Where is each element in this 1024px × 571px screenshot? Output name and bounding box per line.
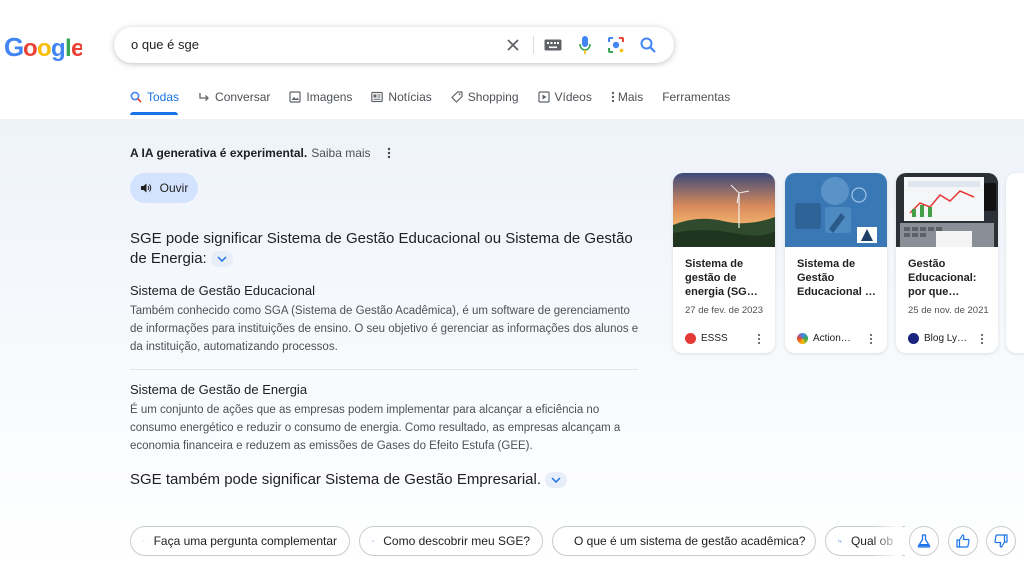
speaker-icon [140,183,151,193]
search-icon [130,91,142,103]
laptop-dashboard-image [896,173,998,247]
followup-chip[interactable]: Faça uma pergunta complementar [130,526,350,556]
education-tech-graphic-image [785,173,887,247]
card-source: ESSS [685,333,728,344]
converse-arrow-icon [199,93,209,101]
followup-arrow-icon [838,539,842,543]
svg-text:o: o [37,35,52,62]
thumbs-up-button[interactable] [948,526,978,556]
followup-arrow-icon [143,540,145,542]
tab-noticias[interactable]: Notícias [371,90,432,104]
ai-heading-empresarial: SGE também pode significar Sistema de Ge… [130,471,568,489]
followup-chip[interactable]: O que é um sistema de gestão acadêmica? [552,526,816,556]
card-more-icon[interactable] [757,333,761,345]
section-text-educacional: Também conhecido como SGA (Sistema de Ge… [130,305,639,353]
tab-conversar[interactable]: Conversar [198,90,270,104]
svg-text:G: G [4,32,24,62]
tab-todas[interactable]: Todas [130,90,179,104]
card-title: Sistema de gestão de energia (SG… [685,258,758,298]
search-tabs: Todas Conversar Imagens Notícias Shoppin… [130,86,749,108]
action-favicon-icon [797,333,808,344]
section-text-energia: É um conjunto de ações que as empresas p… [130,404,621,452]
wind-turbine-landscape-image [673,173,775,247]
source-card[interactable]: Gestão Educacional: por que… 25 de nov. … [896,173,998,353]
keyboard-icon[interactable] [543,35,563,55]
thumbs-down-icon [994,534,1008,548]
thumbs-down-button[interactable] [986,526,1016,556]
microphone-icon[interactable] [575,35,595,55]
ai-heading: SGE pode significar Sistema de Gestão Ed… [130,230,633,268]
listen-button[interactable]: Ouvir [130,173,198,203]
card-more-icon[interactable] [980,333,984,345]
expand-chevron-icon[interactable] [210,251,233,268]
labs-button[interactable] [909,526,939,556]
video-icon [537,91,550,103]
card-source: Blog Ly… [908,333,967,344]
card-date: 27 de fev. de 2023 [685,305,763,316]
chip-fade [872,524,902,558]
search-divider [533,36,534,54]
divider [130,369,638,370]
google-doodle-logo[interactable]: G o o g l e [4,30,82,66]
svg-text:g: g [51,35,66,62]
search-box[interactable]: o que é sge [114,27,674,63]
card-title: Gestão Educacional: por que… [908,258,977,298]
next-card-peek[interactable] [1006,173,1024,353]
active-tab-indicator [130,112,178,115]
section-title-educacional: Sistema de Gestão Educacional [130,283,315,298]
clear-icon[interactable] [503,35,523,55]
svg-text:o: o [23,35,38,62]
image-icon [289,91,301,103]
followup-chip[interactable]: Como descobrir meu SGE? [359,526,543,556]
card-title: Sistema de Gestão Educacional … [797,258,876,298]
expand-chevron-icon[interactable] [545,472,568,489]
source-card[interactable]: Sistema de Gestão Educacional … Action… [785,173,887,353]
esss-favicon-icon [685,333,696,344]
blog-lyceum-favicon-icon [908,333,919,344]
followup-arrow-icon [372,540,375,542]
lens-icon[interactable] [606,35,626,55]
tab-videos[interactable]: Vídeos [537,90,592,104]
source-card[interactable]: Sistema de gestão de energia (SG… 27 de … [673,173,775,353]
search-icon[interactable] [638,35,658,55]
tag-icon [451,91,463,103]
more-vert-icon [611,91,615,103]
svg-text:e: e [71,35,82,62]
experimental-notice: A IA generativa é experimental. Saiba ma… [130,146,391,160]
learn-more-link[interactable]: Saiba mais [311,146,370,160]
tab-mais[interactable]: Mais [611,90,643,104]
tab-ferramentas[interactable]: Ferramentas [662,90,730,104]
card-date: 25 de nov. de 2021 [908,305,989,316]
card-source: Action… [797,333,851,344]
search-input[interactable]: o que é sge [131,37,199,52]
tab-shopping[interactable]: Shopping [451,90,519,104]
thumbs-up-icon [956,534,970,548]
card-more-icon[interactable] [869,333,873,345]
section-title-energia: Sistema de Gestão de Energia [130,382,308,397]
flask-icon [917,534,931,548]
more-options-icon[interactable] [387,147,391,159]
tab-imagens[interactable]: Imagens [289,90,352,104]
news-icon [371,91,384,103]
